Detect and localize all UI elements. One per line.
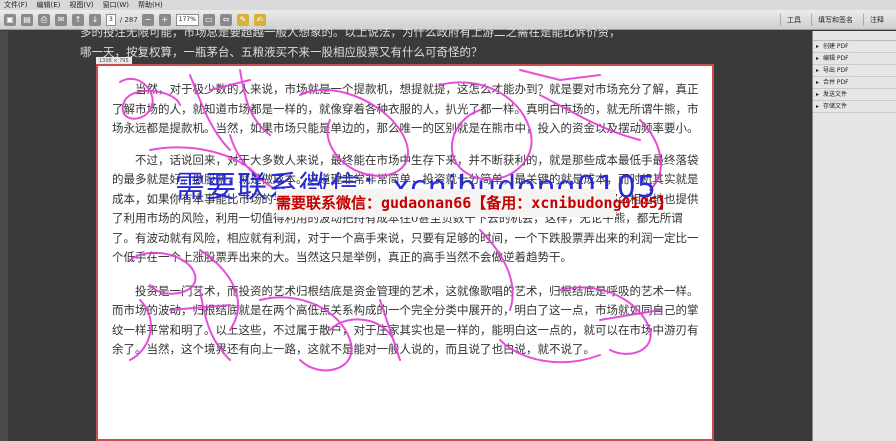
comment-button[interactable]: 注释: [863, 14, 890, 26]
menu-window[interactable]: 窗口(W): [103, 0, 129, 10]
print-icon[interactable]: ⎙: [38, 13, 50, 26]
menu-view[interactable]: 视图(V): [69, 0, 93, 10]
send-file-item[interactable]: 发送文件: [813, 89, 896, 101]
pdf-reader-window: 文件(F) 编辑(E) 视图(V) 窗口(W) 帮助(H) ▣ ▤ ⎙ ✉ ↑ …: [0, 0, 896, 441]
page-body: 当然，对于极少数的人来说，市场就是一个提款机，想提就提，这怎么才能办到？就是要对…: [112, 80, 700, 372]
contact-banner: 需要联系微信：gudaonan66【备用：xcnibudong0105】: [276, 189, 673, 217]
export-pdf-item[interactable]: 导出 PDF: [813, 65, 896, 77]
create-pdf-item[interactable]: 创建 PDF: [813, 41, 896, 53]
tools-panel: 创建 PDF 编辑 PDF 导出 PDF 合并 PDF 发送文件 存储文件: [812, 31, 896, 441]
menu-help[interactable]: 帮助(H): [138, 0, 163, 10]
save-icon[interactable]: ▤: [21, 13, 33, 26]
previous-page-text: 多的投注无限可能，市场总是要超越一般人想象的。以上说法，为什么政府有上游二之需在…: [80, 22, 740, 62]
previous-page-line: 哪一天，按复权算，一瓶茅台、五粮液买不来一股相应股票又有什么可奇怪的？: [80, 45, 483, 59]
toolbar-right: 工具 填写和签名 注释: [776, 14, 890, 26]
fill-sign-button[interactable]: 填写和签名: [811, 14, 859, 26]
previous-page-line: 多的投注无限可能，市场总是要超越一般人想象的。以上说法，为什么政府有上游二之需在…: [80, 25, 621, 39]
tools-panel-header: [813, 31, 896, 41]
store-file-item[interactable]: 存储文件: [813, 101, 896, 113]
combine-pdf-item[interactable]: 合并 PDF: [813, 77, 896, 89]
email-icon[interactable]: ✉: [55, 13, 67, 26]
tools-button[interactable]: 工具: [780, 14, 807, 26]
open-icon[interactable]: ▣: [4, 13, 16, 26]
paragraph: 投资是一门艺术，而投资的艺术归根结底是资金管理的艺术，这就像歌唱的艺术，归根结底…: [112, 283, 699, 357]
menu-bar: 文件(F) 编辑(E) 视图(V) 窗口(W) 帮助(H): [0, 0, 896, 10]
navigation-strip: [0, 31, 8, 441]
menu-edit[interactable]: 编辑(E): [37, 0, 61, 10]
document-page[interactable]: 当然，对于极少数的人来说，市场就是一个提款机，想提就提，这怎么才能办到？就是要对…: [96, 64, 714, 441]
edit-pdf-item[interactable]: 编辑 PDF: [813, 53, 896, 65]
paragraph: 当然，对于极少数的人来说，市场就是一个提款机，想提就提，这怎么才能办到？就是要对…: [112, 82, 699, 135]
menu-file[interactable]: 文件(F): [4, 0, 28, 10]
